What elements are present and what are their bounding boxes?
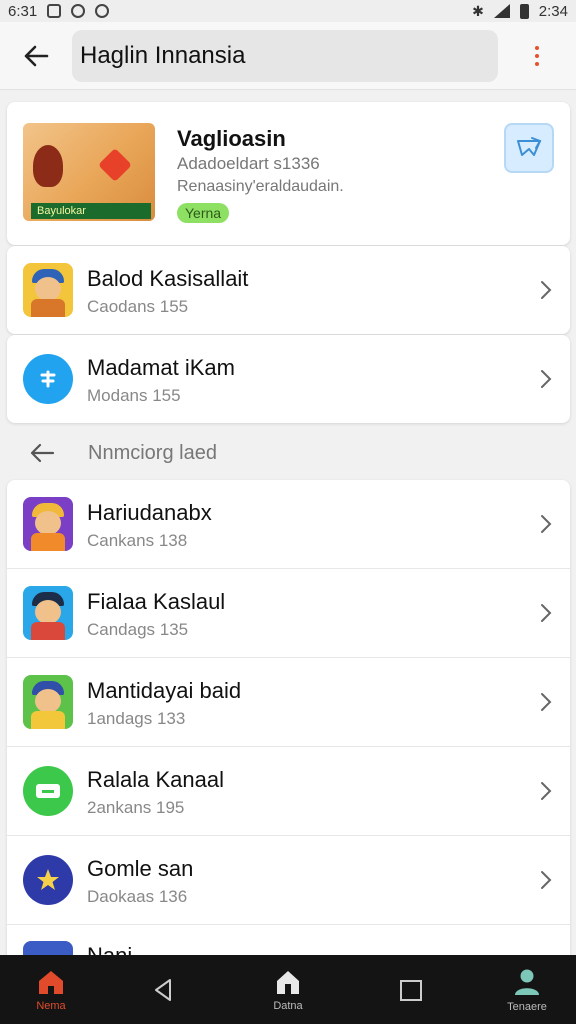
chevron-right-icon (541, 370, 552, 388)
nav-datna[interactable]: Datna (243, 955, 333, 1024)
more-vert-icon (535, 45, 539, 66)
item-subtitle: Caodans 155 (87, 297, 189, 316)
featured-thumbnail: Bayulokar (23, 123, 155, 221)
chevron-right-icon (541, 515, 552, 533)
blue-circle-app-icon (23, 354, 73, 404)
featured-tag: Yerna (177, 203, 230, 223)
sync-icon (95, 4, 110, 18)
featured-title: Vaglioasin (177, 126, 286, 151)
home-icon (39, 970, 63, 994)
item-title: Mantidayai baid (87, 678, 242, 703)
item-title: Hariudanabx (87, 500, 212, 525)
chevron-right-icon (541, 281, 552, 299)
list-item[interactable]: Mantidayai baid 1andags 133 (7, 658, 570, 746)
back-triangle-icon (155, 978, 171, 1001)
item-subtitle: 1andags 133 (87, 709, 186, 728)
list-item[interactable]: Balod Kasisallait Caodans 155 (7, 246, 570, 334)
person-icon (515, 969, 539, 995)
status-bar: 6:31 ✱ 2:34 (0, 0, 576, 22)
section-header: Nnmciorg laed (0, 430, 576, 476)
signal-icon (493, 4, 510, 18)
bluetooth-icon: ✱ (472, 2, 484, 19)
status-right: ✱ 2:34 (472, 3, 568, 20)
recents-square-icon (400, 979, 422, 1001)
star-circle-app-icon (23, 855, 73, 905)
bottom-nav: Nema Datna Tenaere (0, 955, 576, 1024)
app-list: Hariudanabx Cankans 138 Fialaa Kaslaul C… (7, 480, 570, 956)
item-title: Madamat iKam (87, 355, 235, 380)
arrow-left-icon (24, 45, 49, 66)
item-title: Gomle san (87, 856, 194, 881)
section-back-button[interactable] (28, 442, 56, 464)
battery-icon (519, 3, 529, 19)
green-circle-app-icon (23, 766, 73, 816)
featured-subtitle: Adadoeldart s1336 (177, 154, 320, 173)
bookmark-arrow-icon (517, 137, 542, 156)
list-item[interactable]: Fialaa Kaslaul Candags 135 (7, 569, 570, 657)
list-item[interactable]: Ralala Kanaal 2ankans 195 (7, 747, 570, 835)
chevron-right-icon (541, 604, 552, 622)
nav-datna-label: Datna (273, 999, 303, 1012)
nav-profile[interactable]: Tenaere (482, 955, 572, 1024)
top-item-card[interactable]: Madamat iKam Modans 155 (7, 335, 570, 423)
item-title: Fialaa Kaslaul (87, 589, 226, 614)
game-avatar-icon (23, 586, 73, 640)
list-item[interactable]: Madamat iKam Modans 155 (7, 335, 570, 423)
back-button[interactable] (0, 22, 72, 90)
item-title: Balod Kasisallait (87, 266, 249, 291)
nav-home-label: Nema (36, 999, 66, 1012)
section-label: Nnmciorg laed (88, 442, 217, 464)
top-item-card[interactable]: Balod Kasisallait Caodans 155 (7, 246, 570, 334)
status-time-right: 2:34 (538, 2, 568, 20)
chevron-right-icon (541, 871, 552, 889)
notification-icon (47, 4, 62, 18)
overflow-menu-button[interactable] (498, 22, 576, 90)
nav-recents[interactable] (366, 955, 456, 1024)
item-title: Ralala Kanaal (87, 767, 224, 792)
status-time-left: 6:31 (8, 2, 38, 20)
nav-back[interactable] (118, 955, 208, 1024)
featured-banner-text: Bayulokar (31, 203, 151, 219)
list-item[interactable]: Gomle san Daokaas 136 (7, 836, 570, 924)
game-avatar-icon (23, 263, 73, 317)
item-subtitle: Candags 135 (87, 620, 189, 639)
featured-action-button[interactable] (504, 123, 554, 173)
featured-card[interactable]: Bayulokar Vaglioasin Adadoeldart s1336 R… (7, 102, 570, 245)
item-subtitle: Cankans 138 (87, 531, 188, 550)
item-subtitle: Modans 155 (87, 386, 181, 405)
status-left: 6:31 (8, 2, 110, 20)
search-value: Haglin Innansia (80, 41, 246, 69)
chevron-right-icon (541, 782, 552, 800)
nav-home[interactable]: Nema (6, 955, 96, 1024)
chevron-right-icon (541, 693, 552, 711)
game-avatar-icon (23, 675, 73, 729)
featured-description: Renaasiny'eraldaudain. (177, 178, 344, 195)
search-input[interactable]: Haglin Innansia (72, 29, 498, 82)
game-avatar-icon (23, 497, 73, 551)
list-item[interactable]: Nani (7, 925, 570, 956)
nav-profile-label: Tenaere (507, 1000, 547, 1013)
item-subtitle: Daokaas 136 (87, 887, 188, 906)
list-item[interactable]: Hariudanabx Cankans 138 (7, 480, 570, 568)
app-icon (23, 941, 73, 956)
home-outline-icon (277, 970, 299, 994)
app-bar: Haglin Innansia (0, 22, 576, 90)
item-subtitle: 2ankans 195 (87, 798, 185, 817)
alarm-icon (71, 4, 86, 18)
